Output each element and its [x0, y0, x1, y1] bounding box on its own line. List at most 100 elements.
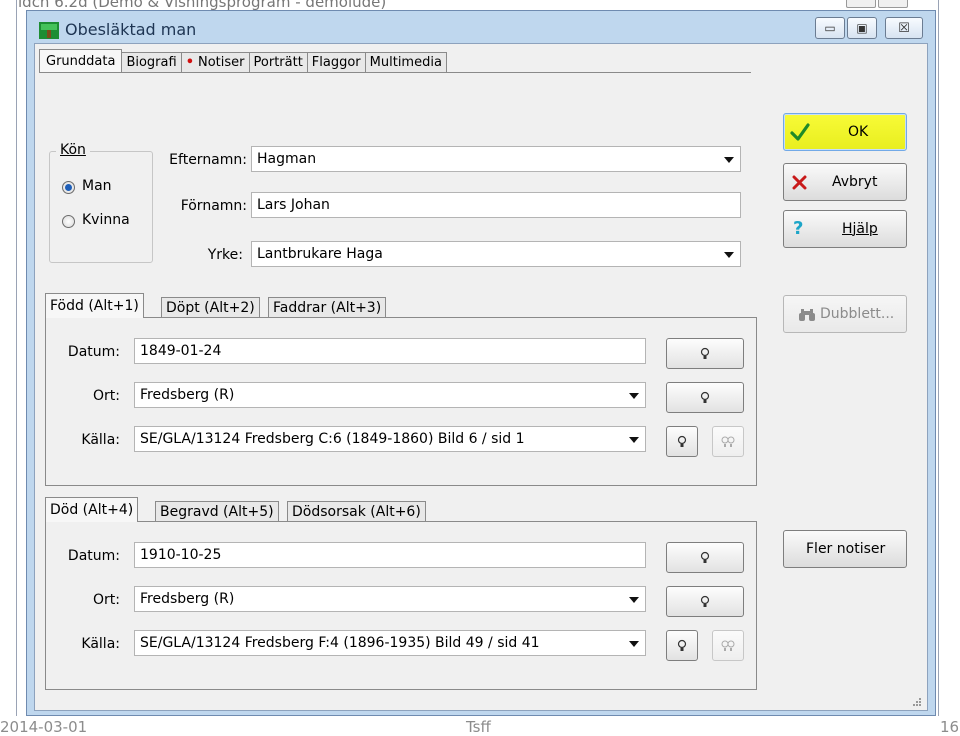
tab-notiser[interactable]: • Notiser: [180, 52, 250, 72]
x-icon: [792, 175, 807, 190]
window-title: Obesläktad man: [65, 20, 197, 39]
minimize-button[interactable]: ▭: [815, 17, 845, 39]
close-button[interactable]: ☒: [885, 17, 923, 39]
gender-legend: Kön: [56, 142, 90, 158]
tab-faddrar[interactable]: Faddrar (Alt+3): [268, 297, 387, 318]
tab-fodd[interactable]: Född (Alt+1): [45, 293, 144, 318]
duplicate-label: Dubblett...: [820, 306, 895, 322]
firstname-value: Lars Johan: [257, 197, 330, 213]
background-minimize[interactable]: [846, 0, 876, 8]
tab-begravd[interactable]: Begravd (Alt+5): [155, 501, 279, 522]
surname-combobox[interactable]: Hagman: [251, 146, 741, 172]
person-dialog: Obesläktad man ▭ ▣ ☒ Grunddata Biografi …: [26, 10, 936, 716]
birth-source-combobox[interactable]: SE/GLA/13124 Fredsberg C:6 (1849-1860) B…: [134, 426, 646, 452]
birth-place-combobox[interactable]: Fredsberg (R): [134, 382, 646, 408]
more-notes-label: Fler notiser: [806, 541, 886, 557]
death-source-bulb-button[interactable]: [666, 630, 698, 661]
lightbulb-icon: [677, 435, 687, 447]
maximize-button[interactable]: ▣: [847, 17, 877, 39]
footer-page-number: 16: [940, 718, 960, 736]
tab-label: Biografi: [126, 55, 177, 70]
death-place-combobox[interactable]: Fredsberg (R): [134, 586, 646, 612]
birth-source-multi-button[interactable]: [712, 426, 744, 457]
occupation-combobox[interactable]: Lantbrukare Haga: [251, 241, 741, 267]
lightbulb-icon: [721, 436, 735, 447]
death-source-combobox[interactable]: SE/GLA/13124 Fredsberg F:4 (1896-1935) B…: [134, 630, 646, 656]
death-place-source-button[interactable]: [666, 586, 744, 617]
dialog-client: Grunddata Biografi • Notiser Porträtt Fla…: [34, 43, 928, 711]
death-source-value: SE/GLA/13124 Fredsberg F:4 (1896-1935) B…: [140, 635, 540, 651]
question-icon: ?: [793, 218, 804, 239]
surname-value: Hagman: [257, 151, 317, 167]
birth-place-source-button[interactable]: [666, 382, 744, 413]
death-source-label: Källa:: [81, 636, 120, 652]
background-close[interactable]: [878, 0, 908, 8]
birth-source-bulb-button[interactable]: [666, 426, 698, 457]
death-date-source-button[interactable]: [666, 542, 744, 573]
firstname-label: Förnamn:: [180, 198, 247, 214]
gender-man-radio[interactable]: [62, 181, 75, 194]
death-place-label: Ort:: [93, 592, 120, 608]
resize-grip[interactable]: [911, 696, 921, 706]
footer-date: 2014-03-01: [0, 718, 88, 736]
tab-label: Döpt (Alt+2): [166, 300, 255, 316]
binoculars-icon: [799, 309, 815, 321]
tab-label: Flaggor: [311, 55, 361, 70]
birth-date-input[interactable]: 1849-01-24: [134, 338, 646, 364]
help-button[interactable]: ? Hjälp: [783, 210, 907, 248]
close-icon: ☒: [898, 20, 910, 36]
tab-label: Född (Alt+1): [50, 298, 139, 314]
maximize-icon: ▣: [856, 21, 868, 35]
duplicate-button[interactable]: Dubblett...: [783, 295, 907, 333]
birth-source-label: Källa:: [81, 432, 120, 448]
tab-label: Död (Alt+4): [50, 502, 134, 518]
gender-kvinna-label[interactable]: Kvinna: [82, 212, 130, 228]
birth-date-source-button[interactable]: [666, 338, 744, 369]
death-date-label: Datum:: [67, 548, 120, 564]
birth-place-label: Ort:: [93, 388, 120, 404]
tab-label: Grunddata: [46, 53, 116, 69]
firstname-input[interactable]: Lars Johan: [251, 192, 741, 218]
birth-date-label: Datum:: [67, 344, 120, 360]
more-notes-button[interactable]: Fler notiser: [783, 530, 907, 568]
lightbulb-icon: [721, 640, 735, 651]
tab-grunddata[interactable]: Grunddata: [39, 49, 123, 72]
tab-multimedia[interactable]: Multimedia: [364, 52, 447, 72]
background-divider-right: [938, 0, 939, 716]
occupation-label: Yrke:: [207, 247, 243, 263]
tab-dodsorsak[interactable]: Dödsorsak (Alt+6): [287, 501, 426, 522]
tab-portratt[interactable]: Porträtt: [248, 52, 308, 72]
background-divider-left: [16, 0, 17, 716]
tab-flaggor[interactable]: Flaggor: [306, 52, 366, 72]
lightbulb-icon: [677, 639, 687, 651]
chevron-down-icon[interactable]: [629, 437, 639, 443]
tab-dod[interactable]: Död (Alt+4): [45, 497, 139, 522]
birth-panel: Datum: 1849-01-24 Ort: Fredsberg (R) Käl…: [45, 317, 757, 486]
chevron-down-icon[interactable]: [629, 641, 639, 647]
chevron-down-icon[interactable]: [724, 252, 734, 258]
death-date-value: 1910-10-25: [140, 547, 222, 563]
birth-place-value: Fredsberg (R): [140, 387, 235, 403]
death-panel: Datum: 1910-10-25 Ort: Fredsberg (R) Käl…: [45, 521, 757, 690]
tab-dopt[interactable]: Döpt (Alt+2): [161, 297, 260, 318]
tab-label: Faddrar (Alt+3): [273, 300, 382, 316]
notes-indicator-dot: •: [185, 55, 194, 70]
chevron-down-icon[interactable]: [629, 597, 639, 603]
gender-kvinna-radio[interactable]: [62, 215, 75, 228]
title-bar[interactable]: Obesläktad man ▭ ▣ ☒: [27, 11, 935, 43]
lightbulb-icon: [700, 347, 710, 359]
birth-source-value: SE/GLA/13124 Fredsberg C:6 (1849-1860) B…: [140, 431, 525, 447]
chevron-down-icon[interactable]: [724, 157, 734, 163]
tab-label: Notiser: [198, 55, 245, 70]
ok-button[interactable]: OK: [783, 113, 907, 151]
occupation-value: Lantbrukare Haga: [257, 246, 383, 262]
chevron-down-icon[interactable]: [629, 393, 639, 399]
cancel-button[interactable]: Avbryt: [783, 163, 907, 201]
surname-label: Efternamn:: [169, 152, 247, 168]
tab-label: Begravd (Alt+5): [160, 504, 274, 520]
tab-biografi[interactable]: Biografi: [121, 52, 182, 72]
lightbulb-icon: [700, 551, 710, 563]
gender-man-label[interactable]: Man: [82, 178, 112, 194]
death-date-input[interactable]: 1910-10-25: [134, 542, 646, 568]
death-source-multi-button[interactable]: [712, 630, 744, 661]
